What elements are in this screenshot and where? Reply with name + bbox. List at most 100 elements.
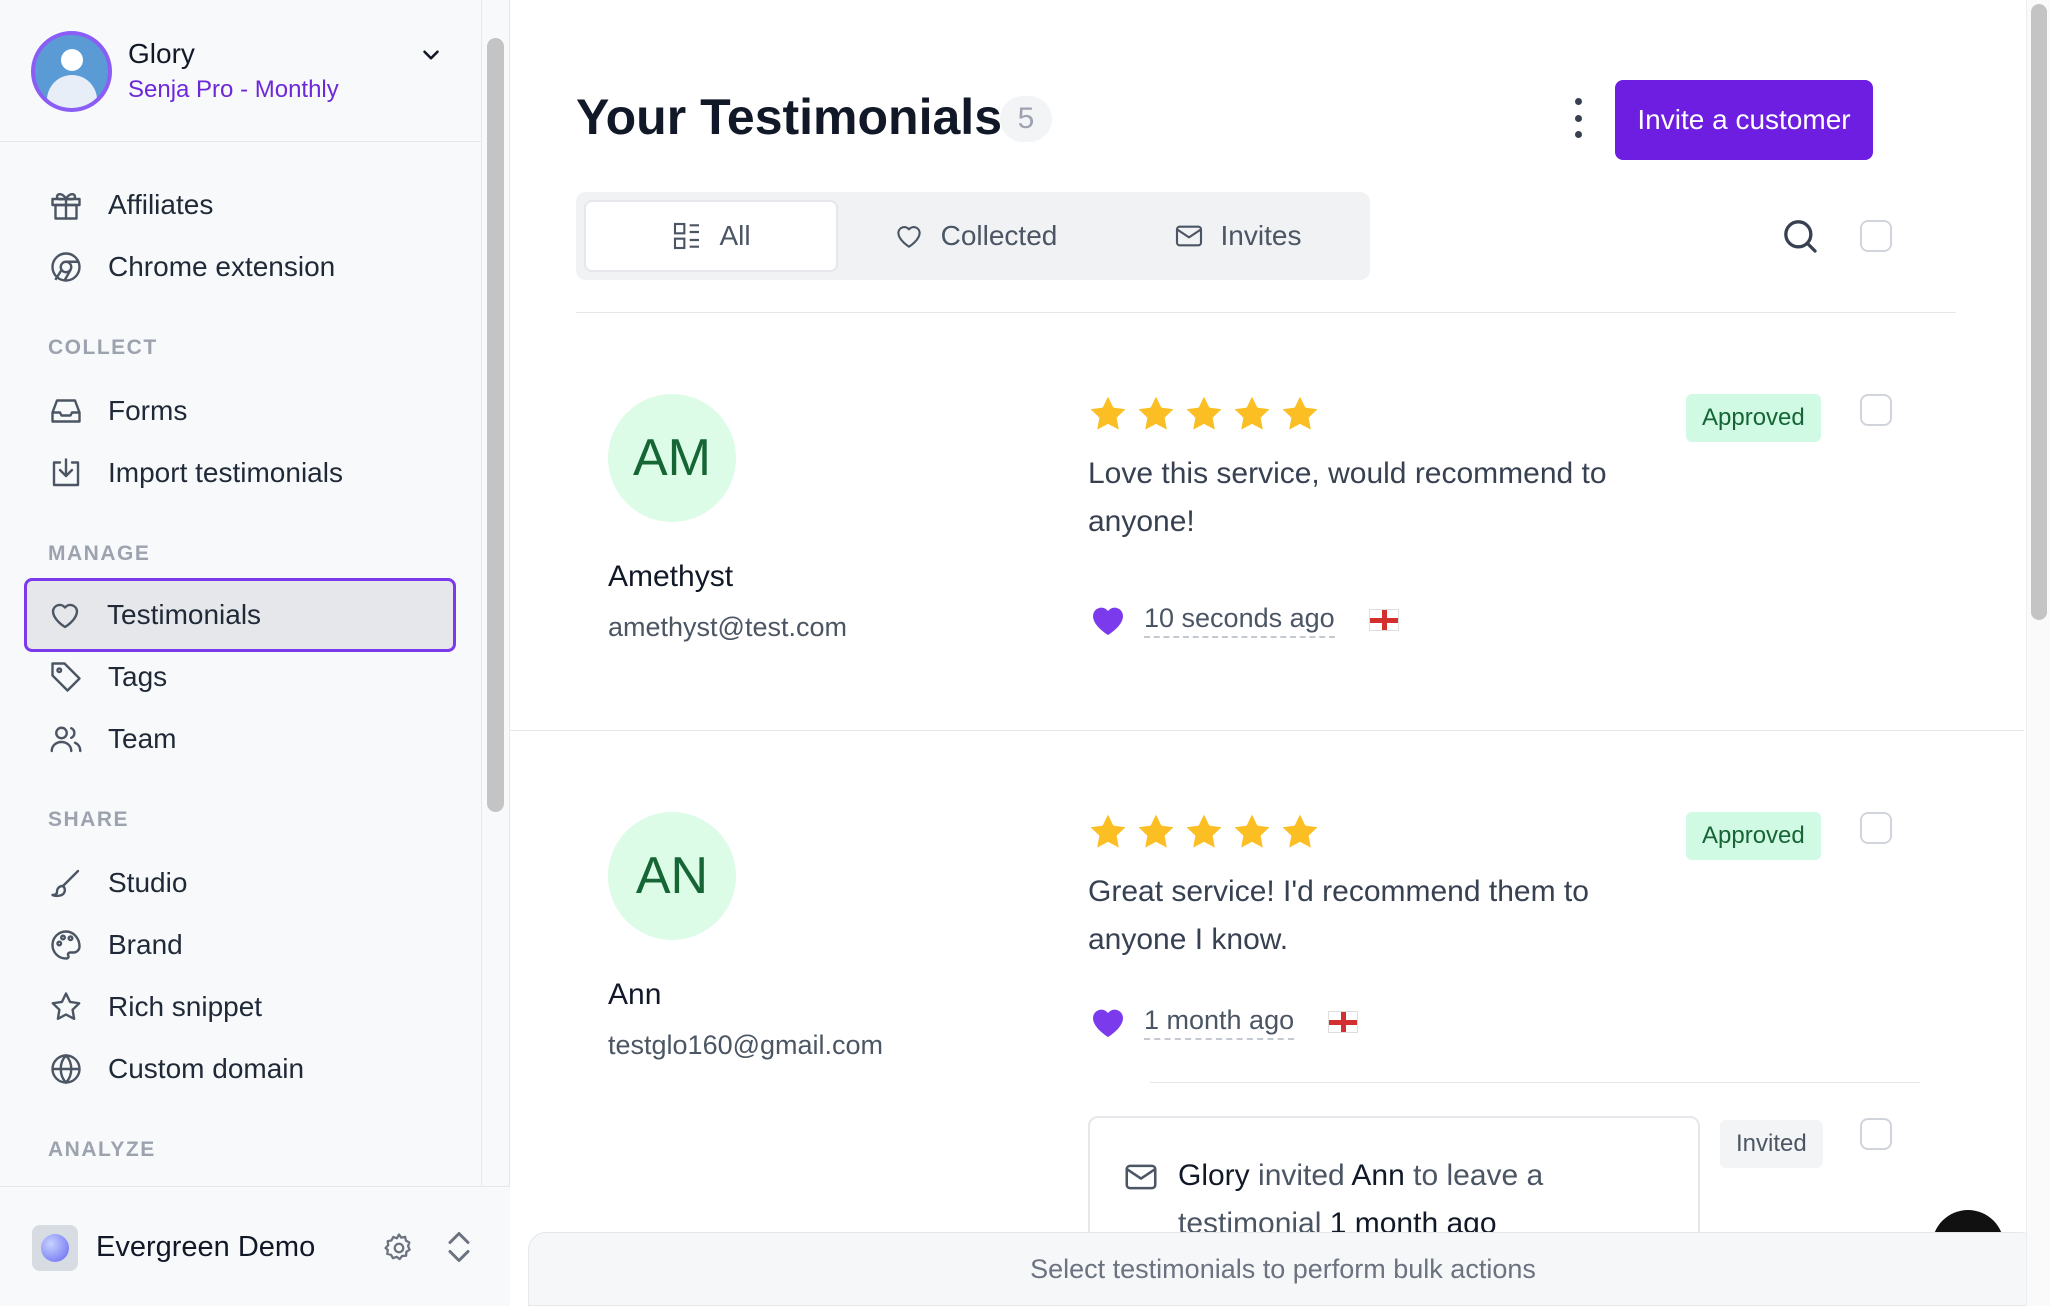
sidebar-item-custom-domain[interactable]: Custom domain [26, 1038, 454, 1100]
star-icon [1282, 396, 1318, 430]
customer-avatar: AM [608, 394, 736, 522]
testimonial-count-badge: 5 [1000, 96, 1052, 142]
customer-email: testglo160@gmail.com [608, 1030, 884, 1060]
palette-icon [48, 927, 84, 963]
star-icon [1234, 396, 1270, 430]
brush-icon [48, 865, 84, 901]
header-divider [576, 312, 1956, 313]
select-all-checkbox[interactable] [1860, 220, 1892, 252]
section-label-collect: COLLECT [48, 336, 158, 359]
sidebar: Glory Senja Pro - Monthly Affiliates Chr… [0, 0, 510, 1306]
sidebar-item-team[interactable]: Team [26, 708, 454, 770]
sidebar-item-label: Brand [108, 929, 183, 960]
sidebar-item-label: Forms [108, 395, 188, 426]
purple-heart-icon [1093, 607, 1123, 635]
sidebar-item-testimonials[interactable]: Testimonials [24, 578, 456, 652]
testimonial-time[interactable]: 10 seconds ago [1144, 603, 1335, 638]
sidebar-item-brand[interactable]: Brand [26, 914, 454, 976]
globe-icon [48, 1051, 84, 1087]
star-icon [1090, 814, 1126, 848]
page-scrollbar[interactable] [2026, 0, 2050, 1306]
search-icon[interactable] [1780, 216, 1820, 256]
star-icon [1282, 814, 1318, 848]
chevron-updown-icon[interactable] [444, 1229, 474, 1265]
sidebar-item-label: Tags [108, 661, 168, 692]
workspace-logo [32, 1225, 78, 1271]
users-icon [48, 721, 84, 757]
star-icon [1186, 396, 1222, 430]
workspace-name: Evergreen Demo [96, 1231, 316, 1263]
sidebar-item-tags[interactable]: Tags [26, 646, 454, 708]
customer-name: Amethyst [608, 560, 734, 593]
tab-label: Invites [1220, 220, 1302, 251]
sidebar-scrollbar[interactable] [487, 38, 504, 812]
sidebar-item-label: Affiliates [108, 189, 214, 220]
star-rating [1086, 810, 1322, 854]
tab-all[interactable]: All [584, 200, 838, 272]
status-badge-invited[interactable]: Invited [1720, 1120, 1823, 1168]
tab-collected[interactable]: Collected [850, 200, 1100, 272]
invitee-name: Ann [1351, 1159, 1405, 1192]
page-title: Your Testimonials [576, 89, 1003, 145]
sidebar-item-label: Rich snippet [108, 991, 263, 1022]
inbox-icon [48, 393, 84, 429]
avatar [31, 31, 112, 112]
star-icon [1234, 814, 1270, 848]
sidebar-item-affiliates[interactable]: Affiliates [26, 174, 454, 236]
customer-name: Ann [608, 978, 662, 1011]
chevron-down-icon[interactable] [418, 42, 444, 68]
tab-label: All [719, 220, 751, 251]
testimonial-text: Love this service, would recommend to an… [1088, 457, 1607, 538]
customer-email: amethyst@test.com [608, 612, 847, 642]
star-icon [1138, 396, 1174, 430]
inviter-name: Glory [1178, 1159, 1250, 1192]
status-badge[interactable]: Approved [1686, 812, 1821, 860]
account-name: Glory [128, 38, 195, 69]
sidebar-item-label: Import testimonials [108, 457, 343, 488]
testimonial-text: Great service! I'd recommend them to any… [1088, 875, 1589, 956]
star-icon [1090, 396, 1126, 430]
invite-verb: invited [1249, 1159, 1352, 1192]
testimonial-meta: 1 month ago [1088, 1002, 1359, 1042]
status-badge[interactable]: Approved [1686, 394, 1821, 442]
grid-list-icon [674, 222, 700, 250]
main-content: Your Testimonials 5 Invite a customer Al… [510, 0, 2038, 1306]
sidebar-item-rich-snippet[interactable]: Rich snippet [26, 976, 454, 1038]
workspace-switcher[interactable]: Evergreen Demo [0, 1186, 510, 1306]
sidebar-item-label: Team [108, 723, 177, 754]
bulk-actions-bar: Select testimonials to perform bulk acti… [528, 1232, 2038, 1306]
tab-label: Collected [940, 220, 1058, 251]
sidebar-item-forms[interactable]: Forms [26, 380, 454, 442]
row-divider [510, 730, 2024, 731]
tab-invites[interactable]: Invites [1112, 200, 1362, 272]
heart-icon [47, 597, 83, 633]
star-rating [1086, 392, 1322, 436]
filter-tabs: All Collected Invites [576, 192, 1370, 280]
account-switcher[interactable]: Glory Senja Pro - Monthly [0, 0, 481, 142]
sidebar-item-chrome-extension[interactable]: Chrome extension [26, 236, 454, 298]
chrome-icon [48, 249, 84, 285]
tag-icon [48, 659, 84, 695]
section-label-analyze: ANALYZE [48, 1138, 156, 1161]
star-icon [48, 989, 84, 1025]
star-icon [1138, 814, 1174, 848]
testimonial-time[interactable]: 1 month ago [1144, 1005, 1295, 1040]
sidebar-item-label: Studio [108, 867, 188, 898]
sidebar-item-label: Chrome extension [108, 251, 336, 282]
row-checkbox[interactable] [1860, 812, 1892, 844]
england-flag-icon [1368, 609, 1399, 631]
row-checkbox[interactable] [1860, 394, 1892, 426]
more-options-icon[interactable] [1570, 98, 1586, 138]
inner-divider [1150, 1082, 1920, 1083]
sidebar-item-studio[interactable]: Studio [26, 852, 454, 914]
sidebar-item-label: Testimonials [107, 599, 262, 630]
page-scrollbar-thumb[interactable] [2031, 4, 2047, 620]
purple-heart-icon [1093, 1009, 1123, 1037]
gear-icon[interactable] [382, 1231, 416, 1265]
invite-customer-button[interactable]: Invite a customer [1615, 80, 1873, 160]
section-label-manage: MANAGE [48, 542, 151, 565]
sidebar-item-import-testimonials[interactable]: Import testimonials [26, 442, 454, 504]
row-checkbox[interactable] [1860, 1118, 1892, 1150]
testimonial-meta: 10 seconds ago [1088, 600, 1399, 640]
mail-icon [1175, 225, 1202, 247]
